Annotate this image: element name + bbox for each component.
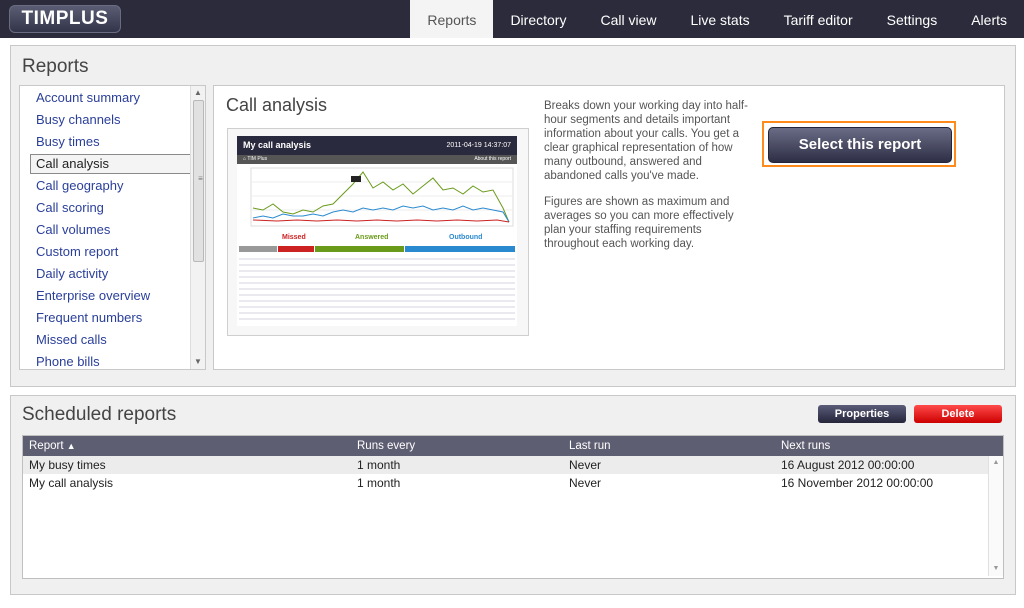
report-item-daily-activity[interactable]: Daily activity xyxy=(20,263,205,285)
scroll-down-icon[interactable]: ▼ xyxy=(191,355,205,369)
column-report-label: Report xyxy=(29,440,64,452)
delete-button[interactable]: Delete xyxy=(914,405,1002,423)
report-item-enterprise-overview[interactable]: Enterprise overview xyxy=(20,285,205,307)
top-bar: TIMPLUS Reports Directory Call view Live… xyxy=(0,0,1024,38)
column-report[interactable]: Report ▲ xyxy=(29,436,76,456)
reports-panel: Reports Account summary Busy channels Bu… xyxy=(10,45,1016,387)
nav-tab-live-stats[interactable]: Live stats xyxy=(673,0,766,38)
cell-runs-every: 1 month xyxy=(357,458,401,472)
column-runs-every[interactable]: Runs every xyxy=(357,436,415,456)
preview-content: My call analysis 2011-04-19 14:37:07 ⌂ T… xyxy=(237,136,517,326)
report-list-scrollbar[interactable]: ▲ ≡ ▼ xyxy=(190,86,205,369)
column-last-run[interactable]: Last run xyxy=(569,436,611,456)
scheduled-reports-table: Report ▲ Runs every Last run Next runs M… xyxy=(22,435,1004,579)
scheduled-reports-title: Scheduled reports xyxy=(22,404,177,425)
nav-tab-alerts[interactable]: Alerts xyxy=(954,0,1024,38)
report-item-call-geography[interactable]: Call geography xyxy=(20,175,205,197)
report-item-busy-channels[interactable]: Busy channels xyxy=(20,109,205,131)
preview-line-chart xyxy=(250,167,514,227)
cell-report: My call analysis xyxy=(29,476,114,490)
report-item-call-scoring[interactable]: Call scoring xyxy=(20,197,205,219)
preview-about-link: About this report xyxy=(474,156,511,162)
preview-table-header xyxy=(239,246,515,252)
select-this-report-button[interactable]: Select this report xyxy=(768,127,952,163)
cell-last-run: Never xyxy=(569,458,602,472)
reports-title: Reports xyxy=(22,56,89,77)
preview-answered-label: Answered xyxy=(355,234,389,241)
nav-tab-settings[interactable]: Settings xyxy=(870,0,955,38)
preview-missed-label: Missed xyxy=(282,234,306,241)
grip-icon: ≡ xyxy=(198,174,203,183)
report-item-custom-report[interactable]: Custom report xyxy=(20,241,205,263)
timplus-logo[interactable]: TIMPLUS xyxy=(9,5,121,33)
report-item-call-volumes[interactable]: Call volumes xyxy=(20,219,205,241)
report-item-account-summary[interactable]: Account summary xyxy=(20,87,205,109)
scroll-up-icon[interactable]: ▲ xyxy=(191,86,205,100)
preview-header-date: 2011-04-19 14:37:07 xyxy=(446,142,511,149)
preview-outbound-label: Outbound xyxy=(449,234,483,241)
report-item-phone-bills[interactable]: Phone bills xyxy=(20,351,205,369)
main-nav: Reports Directory Call view Live stats T… xyxy=(410,0,1024,38)
table-scroll-up-icon[interactable]: ▲ xyxy=(989,456,1003,470)
cell-runs-every: 1 month xyxy=(357,476,401,490)
table-header: Report ▲ Runs every Last run Next runs xyxy=(23,436,1003,456)
report-preview-image: My call analysis 2011-04-19 14:37:07 ⌂ T… xyxy=(227,128,529,336)
sort-ascending-icon: ▲ xyxy=(66,441,76,451)
table-scrollbar[interactable]: ▲ ▼ xyxy=(988,456,1003,576)
select-report-focus-ring: Select this report xyxy=(762,121,956,167)
nav-tab-tariff-editor[interactable]: Tariff editor xyxy=(767,0,870,38)
preview-breadcrumb: TIM Plus xyxy=(247,156,268,162)
report-description-para-1: Breaks down your working day into half-h… xyxy=(544,100,748,182)
table-scroll-down-icon[interactable]: ▼ xyxy=(989,562,1003,576)
preview-section-labels: Missed Answered Outbound xyxy=(237,234,517,246)
cell-last-run: Never xyxy=(569,476,602,490)
preview-header: My call analysis 2011-04-19 14:37:07 xyxy=(237,136,517,155)
report-item-frequent-numbers[interactable]: Frequent numbers xyxy=(20,307,205,329)
table-row[interactable]: My busy times 1 month Never 16 August 20… xyxy=(23,456,1003,474)
report-item-call-analysis[interactable]: Call analysis xyxy=(30,154,195,174)
report-description-para-2: Figures are shown as maximum and average… xyxy=(544,196,734,250)
cell-next-runs: 16 November 2012 00:00:00 xyxy=(781,476,934,490)
report-item-busy-times[interactable]: Busy times xyxy=(20,131,205,153)
table-row[interactable]: My call analysis 1 month Never 16 Novemb… xyxy=(23,474,1003,492)
preview-table-body xyxy=(239,254,515,324)
preview-subbar: ⌂ TIM Plus About this report xyxy=(237,155,517,164)
report-detail-title: Call analysis xyxy=(226,95,328,115)
cell-report: My busy times xyxy=(29,458,106,472)
report-item-missed-calls[interactable]: Missed calls xyxy=(20,329,205,351)
column-next-runs[interactable]: Next runs xyxy=(781,436,830,456)
report-list: Account summary Busy channels Busy times… xyxy=(19,85,206,370)
properties-button[interactable]: Properties xyxy=(818,405,906,423)
report-detail: Call analysis My call analysis 2011-04-1… xyxy=(213,85,1005,370)
cell-next-runs: 16 August 2012 00:00:00 xyxy=(781,458,915,472)
preview-header-title: My call analysis xyxy=(243,140,312,150)
nav-tab-directory[interactable]: Directory xyxy=(493,0,583,38)
nav-tab-reports[interactable]: Reports xyxy=(410,0,494,38)
scroll-thumb[interactable]: ≡ xyxy=(193,100,204,262)
report-description: Breaks down your working day into half-h… xyxy=(544,99,754,263)
preview-home-icon: ⌂ xyxy=(243,156,247,162)
nav-tab-call-view[interactable]: Call view xyxy=(583,0,673,38)
scheduled-reports-panel: Scheduled reports Properties Delete Repo… xyxy=(10,395,1016,595)
